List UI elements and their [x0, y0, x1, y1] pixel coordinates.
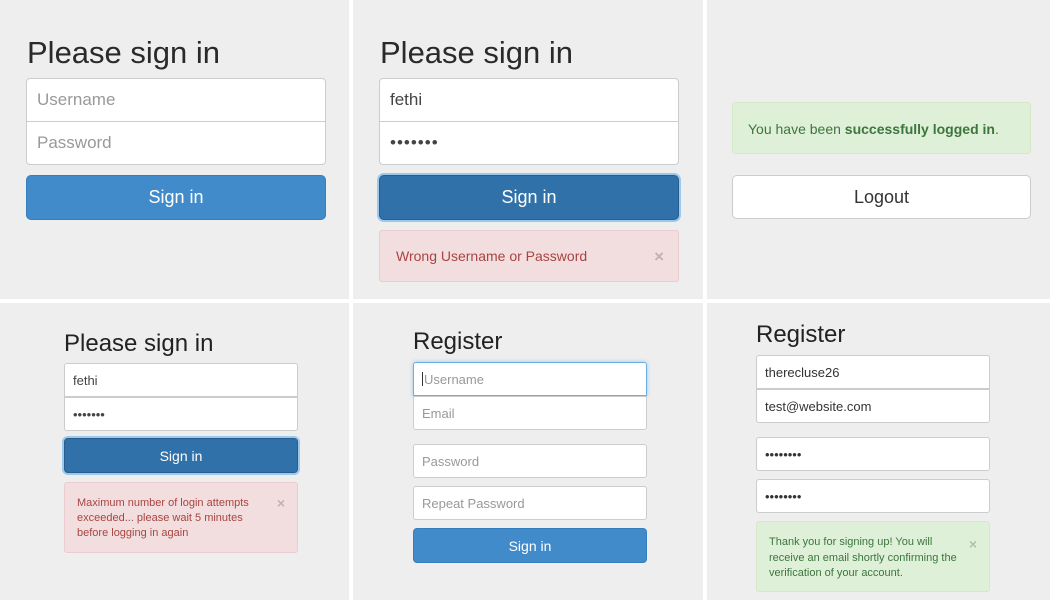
username-input[interactable]: therecluse26 — [756, 355, 990, 389]
success-message-suffix: . — [994, 121, 999, 137]
password-input[interactable]: •••••••• — [756, 437, 990, 471]
close-icon[interactable]: × — [969, 537, 977, 551]
error-alert: Wrong Username or Password × — [379, 230, 679, 282]
success-message-bold: successfully logged in — [844, 121, 995, 137]
signin-panel-empty: Please sign in Username Password Sign in — [0, 0, 349, 299]
sign-in-button[interactable]: Sign in — [64, 438, 298, 473]
error-message: Maximum number of login attempts exceede… — [77, 497, 249, 539]
sign-in-button[interactable]: Sign in — [26, 175, 326, 220]
username-input[interactable]: fethi — [64, 363, 298, 397]
sign-in-button[interactable]: Sign in — [379, 175, 679, 220]
password-input[interactable]: ••••••• — [64, 397, 298, 431]
error-alert: Maximum number of login attempts exceede… — [64, 482, 298, 553]
email-input[interactable]: Email — [413, 396, 647, 430]
username-input[interactable]: fethi — [379, 78, 679, 122]
page-title: Register — [756, 321, 846, 348]
close-icon[interactable]: × — [277, 496, 285, 510]
logged-in-panel: You have been successfully logged in. Lo… — [707, 0, 1050, 299]
close-icon[interactable]: × — [654, 248, 664, 265]
logout-button[interactable]: Logout — [732, 175, 1031, 219]
password-input[interactable]: ••••••• — [379, 121, 679, 165]
signin-panel-locked: Please sign in fethi ••••••• Sign in Max… — [0, 303, 349, 600]
page-title: Please sign in — [64, 330, 214, 357]
username-placeholder: Username — [424, 371, 484, 387]
username-input[interactable]: Username — [413, 362, 647, 396]
success-alert: Thank you for signing up! You will recei… — [756, 521, 990, 592]
page-title: Register — [413, 328, 503, 355]
error-message: Wrong Username or Password — [396, 248, 588, 264]
register-panel-success: Register therecluse26 test@website.com •… — [707, 303, 1050, 600]
text-cursor — [422, 372, 423, 386]
page-title: Please sign in — [27, 35, 221, 70]
password-input[interactable]: Password — [26, 121, 326, 165]
success-alert: You have been successfully logged in. — [732, 102, 1031, 154]
register-panel-empty: Register Username Email Password Repeat … — [353, 303, 703, 600]
success-message-prefix: You have been — [748, 121, 845, 137]
password-input[interactable]: Password — [413, 444, 647, 478]
repeat-password-input[interactable]: •••••••• — [756, 479, 990, 513]
repeat-password-input[interactable]: Repeat Password — [413, 486, 647, 520]
email-input[interactable]: test@website.com — [756, 389, 990, 423]
signin-panel-error: Please sign in fethi ••••••• Sign in Wro… — [353, 0, 703, 299]
sign-in-button[interactable]: Sign in — [413, 528, 647, 563]
username-input[interactable]: Username — [26, 78, 326, 122]
page-title: Please sign in — [380, 35, 574, 70]
success-message: Thank you for signing up! You will recei… — [769, 536, 957, 579]
success-message: You have been successfully logged in. — [748, 121, 999, 137]
